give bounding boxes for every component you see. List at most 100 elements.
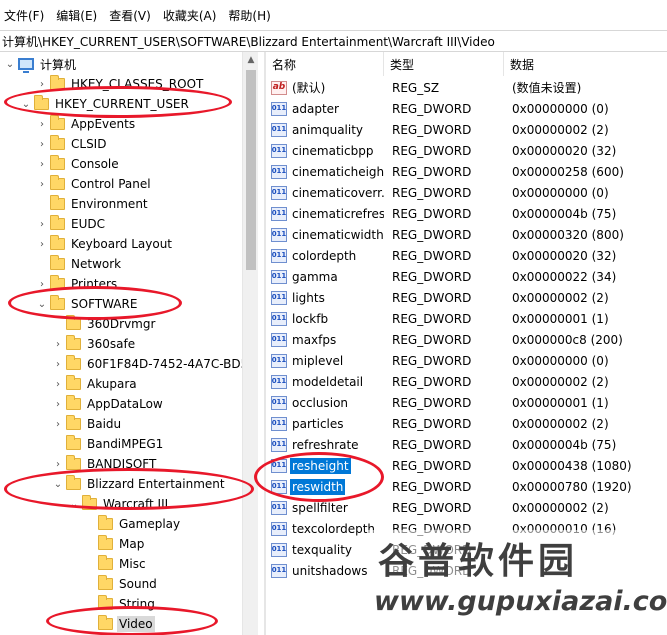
value-row[interactable]: 011 cinematicwidth REG_DWORD 0x00000320 (80… — [266, 224, 667, 245]
binary-value-icon: 011 — [271, 395, 287, 410]
chevron-right-icon[interactable]: › — [52, 394, 64, 414]
value-row[interactable]: 011 modeldetail REG_DWORD 0x00000002 (2) — [266, 371, 667, 392]
chevron-right-icon[interactable]: › — [52, 454, 64, 474]
value-row[interactable]: 011 cinematicrefresh REG_DWORD 0x0000004b (… — [266, 203, 667, 224]
value-row[interactable]: 011 gamma REG_DWORD 0x00000022 (34) — [266, 266, 667, 287]
scroll-thumb[interactable] — [246, 70, 256, 270]
value-row[interactable]: 011 colordepth REG_DWORD 0x00000020 (32) — [266, 245, 667, 266]
chevron-right-icon[interactable]: › — [52, 334, 64, 354]
tree-node[interactable]: › HKEY_CLASSES_ROOT — [36, 74, 205, 94]
chevron-right-icon[interactable]: › — [36, 154, 48, 174]
value-row[interactable]: 011 reswidth REG_DWORD 0x00000780 (1920) — [266, 476, 667, 497]
folder-icon — [34, 95, 49, 110]
chevron-down-icon[interactable]: ⌄ — [52, 474, 64, 494]
tree-node[interactable]: › Keyboard Layout — [36, 234, 174, 254]
tree-node[interactable]: › Baidu — [52, 414, 123, 434]
folder-icon — [66, 475, 81, 490]
tree-node[interactable]: › BANDISOFT — [52, 454, 158, 474]
value-row[interactable]: 011 cinematicbpp REG_DWORD 0x00000020 (32) — [266, 140, 667, 161]
tree-node[interactable]: › Printers — [36, 274, 119, 294]
address-bar[interactable]: 计算机\HKEY_CURRENT_USER\SOFTWARE\Blizzard … — [0, 30, 667, 52]
value-row[interactable]: 011 spellfilter REG_DWORD 0x00000002 (2) — [266, 497, 667, 518]
value-row[interactable]: 011 refreshrate REG_DWORD 0x0000004b (75) — [266, 434, 667, 455]
value-row[interactable]: 011 adapter REG_DWORD 0x00000000 (0) — [266, 98, 667, 119]
chevron-down-icon[interactable]: ⌄ — [4, 54, 16, 74]
chevron-right-icon[interactable]: › — [36, 74, 48, 94]
tree-node[interactable]: › AppEvents — [36, 114, 137, 134]
chevron-down-icon[interactable]: ⌄ — [20, 94, 32, 114]
menu-view[interactable]: 查看(V) — [109, 7, 151, 24]
value-row[interactable]: 011 occlusion REG_DWORD 0x00000001 (1) — [266, 392, 667, 413]
tree-node[interactable]: Video — [84, 614, 155, 634]
tree-node[interactable]: › CLSID — [36, 134, 108, 154]
tree-node[interactable]: Gameplay — [84, 514, 182, 534]
value-row[interactable]: 011 miplevel REG_DWORD 0x00000000 (0) — [266, 350, 667, 371]
value-row[interactable]: 011 cinematicoverr... REG_DWORD 0x00000000 … — [266, 182, 667, 203]
tree-node-label: 60F1F84D-7452-4A7C-BD5 — [87, 357, 249, 371]
folder-icon — [50, 295, 65, 310]
binary-value-icon: 011 — [271, 479, 287, 494]
watermark-url: www.gupuxiazai.com — [374, 586, 667, 617]
binary-value-icon: 011 — [271, 542, 287, 557]
tree-node[interactable]: ⌄ SOFTWARE — [36, 294, 139, 314]
tree-node[interactable]: › Control Panel — [36, 174, 153, 194]
value-name-cell: 011 cinematicbpp — [266, 143, 384, 159]
tree-node[interactable]: › AppDataLow — [52, 394, 165, 414]
tree-scrollbar[interactable]: ▲ — [242, 52, 258, 635]
menu-file[interactable]: 文件(F) — [4, 7, 44, 24]
column-header-name[interactable]: 名称 — [266, 52, 384, 76]
chevron-right-icon[interactable]: › — [36, 214, 48, 234]
tree-node[interactable]: ⌄ Warcraft III — [68, 494, 170, 514]
value-row[interactable]: ab (默认) REG_SZ (数值未设置) — [266, 77, 667, 98]
tree-node[interactable]: › Console — [36, 154, 121, 174]
value-data: 0x0000004b (75) — [512, 437, 617, 452]
value-name-cell: 011 cinematicoverr... — [266, 185, 384, 201]
value-type: REG_DWORD — [392, 248, 472, 263]
tree-node[interactable]: 360Drvmgr — [52, 314, 157, 334]
tree-node[interactable]: › EUDC — [36, 214, 107, 234]
menu-favorites[interactable]: 收藏夹(A) — [163, 7, 217, 24]
value-row[interactable]: 011 animquality REG_DWORD 0x00000002 (2) — [266, 119, 667, 140]
tree-node-label: Warcraft III — [103, 497, 169, 511]
value-row[interactable]: 011 lockfb REG_DWORD 0x00000001 (1) — [266, 308, 667, 329]
value-data: 0x00000002 (2) — [512, 374, 609, 389]
value-row[interactable]: 011 cinematicheight REG_DWORD 0x00000258 (6… — [266, 161, 667, 182]
tree-node[interactable]: Network — [36, 254, 123, 274]
tree-node[interactable]: ⌄ HKEY_CURRENT_USER — [20, 94, 191, 114]
value-row[interactable]: 011 maxfps REG_DWORD 0x000000c8 (200) — [266, 329, 667, 350]
tree-node[interactable]: Misc — [84, 554, 148, 574]
chevron-right-icon[interactable]: › — [52, 374, 64, 394]
tree-node[interactable]: Map — [84, 534, 146, 554]
column-header-type[interactable]: 类型 — [384, 52, 504, 76]
value-row[interactable]: 011 resheight REG_DWORD 0x00000438 (1080) — [266, 455, 667, 476]
chevron-right-icon[interactable]: › — [52, 414, 64, 434]
column-header-data[interactable]: 数据 — [504, 52, 664, 76]
tree-node[interactable]: › Akupara — [52, 374, 139, 394]
chevron-down-icon[interactable]: ⌄ — [36, 294, 48, 314]
value-type: REG_DWORD — [392, 458, 472, 473]
tree-node[interactable]: Sound — [84, 574, 159, 594]
chevron-right-icon[interactable]: › — [52, 354, 64, 374]
computer-icon — [18, 58, 34, 73]
menu-edit[interactable]: 编辑(E) — [56, 7, 97, 24]
tree-node[interactable]: String — [84, 594, 157, 614]
chevron-right-icon[interactable]: › — [36, 234, 48, 254]
tree-node[interactable]: ⌄ 计算机 — [4, 54, 78, 74]
chevron-right-icon[interactable]: › — [36, 134, 48, 154]
tree-node[interactable]: Environment — [36, 194, 150, 214]
tree-node[interactable]: › 60F1F84D-7452-4A7C-BD5 — [52, 354, 250, 374]
binary-value-icon: 011 — [271, 143, 287, 158]
value-type: REG_DWORD — [392, 311, 472, 326]
scroll-up-icon[interactable]: ▲ — [243, 52, 259, 68]
value-row[interactable]: 011 particles REG_DWORD 0x00000002 (2) — [266, 413, 667, 434]
tree-node[interactable]: ⌄ Blizzard Entertainment — [52, 474, 227, 494]
menu-help[interactable]: 帮助(H) — [228, 7, 270, 24]
tree-node[interactable]: BandiMPEG1 — [52, 434, 165, 454]
value-row[interactable]: 011 lights REG_DWORD 0x00000002 (2) — [266, 287, 667, 308]
tree-node-label: CLSID — [71, 137, 107, 151]
chevron-right-icon[interactable]: › — [36, 114, 48, 134]
chevron-right-icon[interactable]: › — [36, 174, 48, 194]
tree-node[interactable]: › 360safe — [52, 334, 137, 354]
chevron-right-icon[interactable]: › — [36, 274, 48, 294]
chevron-down-icon[interactable]: ⌄ — [68, 494, 80, 514]
